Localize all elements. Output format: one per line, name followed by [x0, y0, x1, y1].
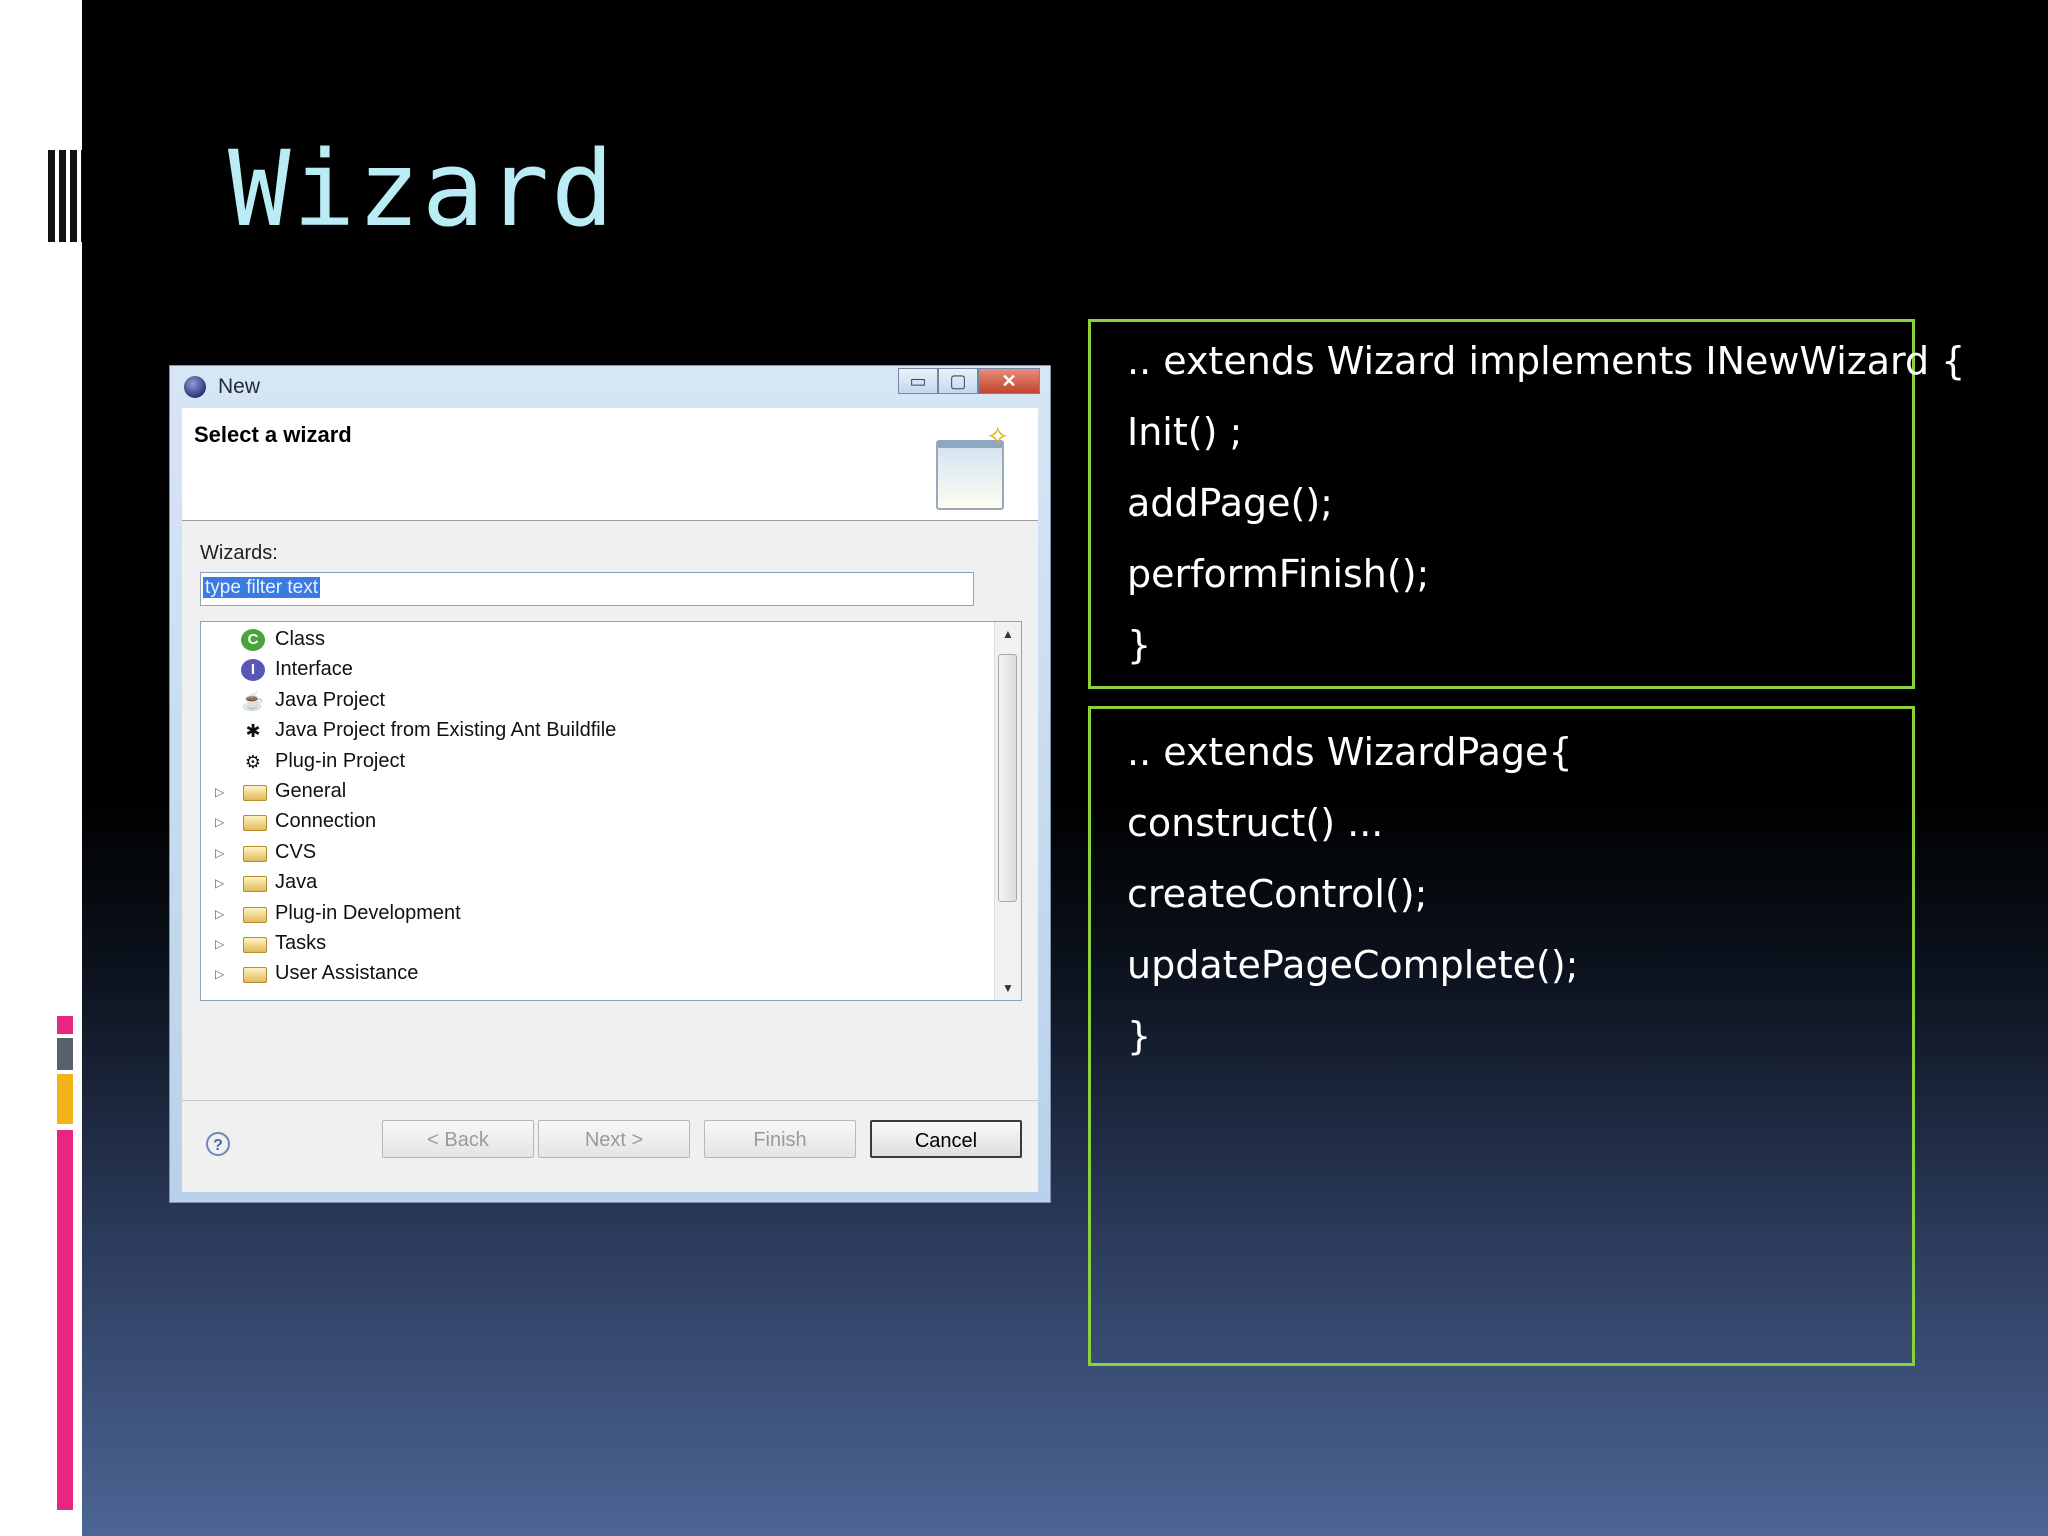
- code-line: construct() ...: [1127, 801, 1384, 845]
- tree-scrollbar[interactable]: ▲ ▼: [994, 622, 1021, 1000]
- code-line: .. extends WizardPage{: [1127, 730, 1573, 774]
- tree-item-label: Plug-in Development: [275, 901, 461, 924]
- folder-icon: [243, 967, 267, 984]
- dialog-client: Select a wizard ✧ Wizards: type filter t…: [182, 408, 1038, 1192]
- folder-icon: [243, 845, 267, 862]
- wizard-banner-icon: ✧: [936, 421, 1010, 510]
- cancel-button[interactable]: Cancel: [870, 1120, 1022, 1158]
- tree-item[interactable]: ▷ Connection: [201, 808, 991, 838]
- ant-icon: ✱: [245, 721, 261, 742]
- code-line: }: [1127, 1014, 1152, 1058]
- accent-gray: [57, 1038, 73, 1070]
- tree-item[interactable]: ▷ Plug-in Development: [201, 900, 991, 930]
- header-title: Select a wizard: [194, 422, 352, 447]
- new-wizard-dialog: New ▭ ▢ ✕ Select a wizard ✧ Wizards: typ…: [169, 365, 1051, 1203]
- expand-arrow-icon[interactable]: ▷: [215, 967, 224, 981]
- tree-item-label: Class: [275, 628, 326, 650]
- expand-arrow-icon[interactable]: ▷: [215, 876, 224, 890]
- code-line: updatePageComplete();: [1127, 943, 1579, 987]
- wizard-tree[interactable]: ▷ User Assistance ▷ Tasks ▷ Plug-in Developme…: [200, 621, 1022, 1001]
- minimize-button[interactable]: ▭: [898, 368, 938, 394]
- scroll-down-arrow-icon[interactable]: ▼: [995, 976, 1021, 1000]
- accent-pink-long: [57, 1130, 73, 1510]
- window-title: New: [218, 375, 261, 398]
- tree-item-label: Connection: [275, 810, 377, 833]
- tree-item[interactable]: ▷ General: [201, 778, 991, 808]
- close-button[interactable]: ✕: [978, 368, 1040, 394]
- tree-item[interactable]: ▷ Java: [201, 869, 991, 899]
- folder-icon: [243, 876, 267, 893]
- wizard-page-code-box: .. extends WizardPage{ construct() ... c…: [1088, 706, 1915, 1366]
- back-button[interactable]: < Back: [382, 1120, 534, 1158]
- accent-yellow: [57, 1074, 73, 1124]
- expand-arrow-icon[interactable]: ▷: [215, 937, 224, 951]
- window-controls: ▭ ▢ ✕: [898, 368, 1040, 394]
- tree-item[interactable]: ✱ Java Project from Existing Ant Buildfil…: [201, 717, 991, 747]
- tree-item-label: Plug-in Project: [275, 749, 406, 772]
- code-line: createControl();: [1127, 872, 1428, 916]
- code-line: }: [1127, 623, 1152, 667]
- footer-separator: [182, 1100, 1038, 1101]
- tree-item-label: Java Project from Existing Ant Buildfile: [275, 719, 617, 742]
- expand-arrow-icon[interactable]: ▷: [215, 815, 224, 829]
- tree-item[interactable]: ⚙ Plug-in Project: [201, 748, 991, 778]
- filter-input[interactable]: type filter text: [200, 572, 974, 606]
- java-project-icon: ☕: [241, 690, 265, 711]
- tree-item[interactable]: C Class: [201, 626, 991, 656]
- window-titlebar[interactable]: New ▭ ▢ ✕: [170, 366, 1050, 408]
- tree-item-label: Tasks: [275, 932, 327, 954]
- tree-item-label: CVS: [275, 840, 317, 863]
- help-icon[interactable]: ?: [206, 1132, 230, 1156]
- finish-button[interactable]: Finish: [704, 1120, 856, 1158]
- interface-icon: I: [241, 659, 265, 682]
- folder-icon: [243, 815, 267, 832]
- code-line: performFinish();: [1127, 552, 1430, 596]
- tree-item-label: General: [275, 780, 347, 802]
- maximize-button[interactable]: ▢: [938, 368, 978, 394]
- plugin-project-icon: ⚙: [244, 751, 262, 772]
- accent-pink-top: [57, 1016, 73, 1034]
- tree-item[interactable]: ☕ Java Project: [201, 687, 991, 717]
- tree-item[interactable]: ▷ User Assistance: [201, 960, 991, 990]
- wizards-label: Wizards:: [200, 542, 278, 564]
- tree-item-label: Interface: [275, 658, 353, 681]
- filter-text: type filter text: [203, 577, 320, 598]
- tree-item[interactable]: ▷ CVS: [201, 839, 991, 869]
- scroll-up-arrow-icon[interactable]: ▲: [995, 622, 1021, 646]
- tree-item-label: Java: [275, 871, 318, 894]
- decorative-bars: [48, 150, 82, 242]
- folder-icon: [243, 785, 267, 801]
- class-icon: C: [241, 629, 265, 651]
- code-line: Init() ;: [1127, 410, 1243, 454]
- tree-item-label: User Assistance: [275, 962, 419, 985]
- code-line: addPage();: [1127, 481, 1333, 525]
- expand-arrow-icon[interactable]: ▷: [215, 907, 224, 921]
- tree-item[interactable]: ▷ Tasks: [201, 930, 991, 960]
- wizard-code-box: .. extends Wizard implements INewWizard …: [1088, 319, 1966, 689]
- slide-title: Wizard: [228, 128, 616, 250]
- expand-arrow-icon[interactable]: ▷: [215, 785, 224, 799]
- next-button[interactable]: Next >: [538, 1120, 690, 1158]
- scroll-thumb[interactable]: [998, 654, 1017, 902]
- sparkle-icon: ✧: [986, 421, 1010, 452]
- folder-icon: [243, 906, 267, 923]
- tree-item-label: Java Project: [275, 688, 386, 711]
- folder-icon: [243, 937, 267, 953]
- wizard-header: Select a wizard ✧: [182, 408, 1038, 521]
- eclipse-icon: [184, 376, 206, 398]
- code-line: .. extends Wizard implements INewWizard …: [1127, 339, 1966, 383]
- tree-item[interactable]: I Interface: [201, 656, 991, 686]
- expand-arrow-icon[interactable]: ▷: [215, 846, 224, 860]
